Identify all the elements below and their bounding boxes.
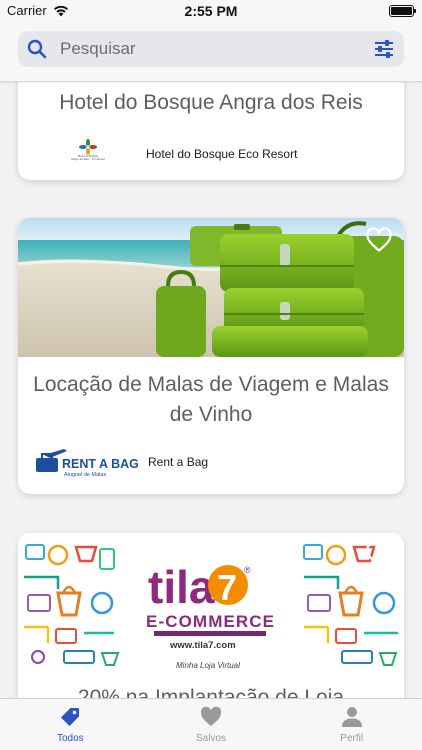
app-screen: Carrier 2:55 PM Pesquisar Hotel do Bosqu…	[0, 0, 422, 750]
card-title: 20% na Implantação de Loja	[77, 686, 345, 698]
search-header	[0, 22, 422, 82]
ecommerce-icons-banner: tila 7 ® E-COMMERCE www.tila7.com Minha …	[24, 533, 398, 672]
company-name[interactable]: Hotel do Bosque Eco Resort	[146, 147, 297, 161]
left-icon-collage	[24, 544, 120, 666]
logo-text: E-COMMERCE	[146, 612, 274, 631]
tab-label: Salvos	[196, 733, 227, 744]
logo-text: tila	[148, 561, 215, 613]
logo-text: RENT A BAG	[62, 457, 138, 471]
offer-card[interactable]: Locação de Malas de Viagem e Malas de Vi…	[18, 218, 404, 494]
offer-card[interactable]: Hotel do Bosque Angra dos Reis Hotel do …	[18, 82, 404, 180]
tab-todos[interactable]: Todos	[0, 699, 141, 750]
tab-bar: Todos Salvos Perfil	[0, 698, 422, 750]
rent-a-bag-logo: RENT A BAG Aluguel de Malas	[36, 449, 138, 478]
status-bar: Carrier 2:55 PM	[0, 0, 422, 22]
luggage-beach-image	[18, 218, 404, 357]
status-time: 2:55 PM	[184, 3, 238, 19]
tab-label: Perfil	[340, 733, 364, 744]
card-title: Hotel do Bosque Angra dos Reis	[59, 91, 363, 114]
tila7-ecommerce-banner: tila 7 ® E-COMMERCE www.tila7.com Minha …	[18, 533, 404, 672]
hotel-do-bosque-logo: Hotel do Bosque Angra dos Reis · Eco Res…	[68, 139, 108, 169]
logo-text: Aluguel de Malas	[64, 472, 106, 478]
battery-icon	[389, 5, 416, 17]
card-title: Locação de Malas de Viagem e Malas de Vi…	[33, 373, 389, 426]
search-bar[interactable]	[18, 31, 404, 67]
logo-text: www.tila7.com	[169, 640, 236, 651]
favorite-heart-icon[interactable]	[365, 227, 393, 253]
offers-feed[interactable]: Hotel do Bosque Angra dos Reis Hotel do …	[0, 82, 422, 698]
filter-sliders-icon[interactable]	[373, 38, 395, 60]
logo-text: 7	[217, 567, 237, 608]
company-row: Hotel do Bosque Angra dos Reis · Eco Res…	[68, 134, 297, 174]
green-suitcases-on-beach	[18, 218, 404, 357]
offer-card[interactable]: tila 7 ® E-COMMERCE www.tila7.com Minha …	[18, 533, 404, 698]
star-flower-icon	[79, 139, 97, 155]
logo-text: ®	[244, 565, 251, 575]
company-row: RENT A BAG Aluguel de Malas Rent a Bag	[34, 446, 208, 478]
logo-text: Minha Loja Virtual	[176, 661, 240, 670]
person-icon	[341, 707, 362, 727]
search-input[interactable]	[60, 39, 373, 59]
logo-text: Angra dos Reis · Eco Resort	[70, 157, 106, 161]
favorite-heart-icon[interactable]	[365, 542, 393, 568]
tab-salvos[interactable]: Salvos	[141, 699, 282, 750]
tab-label: Todos	[56, 733, 84, 744]
tag-icon	[61, 708, 80, 726]
tab-perfil[interactable]: Perfil	[281, 699, 422, 750]
search-icon[interactable]	[26, 38, 48, 60]
heart-icon	[200, 706, 222, 726]
company-name[interactable]: Rent a Bag	[148, 455, 208, 469]
